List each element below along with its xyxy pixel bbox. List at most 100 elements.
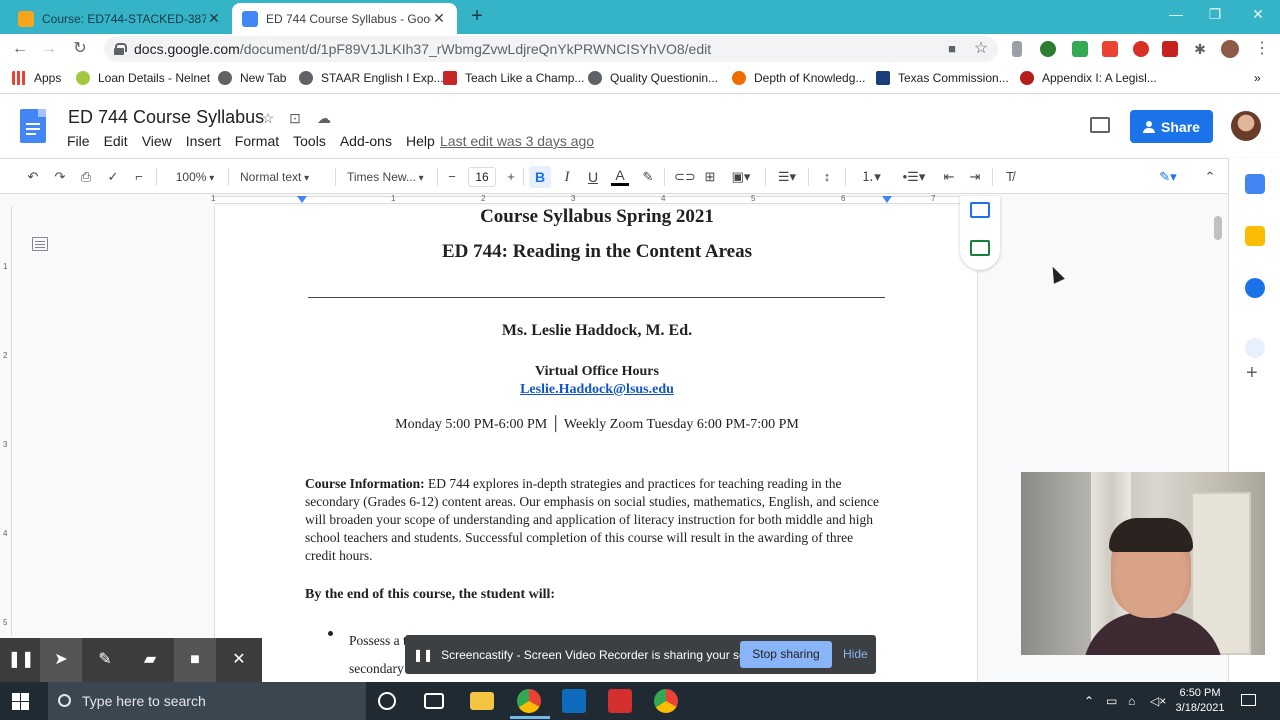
outlook-icon[interactable] <box>562 689 586 713</box>
font-size-input[interactable]: 16 <box>468 167 496 187</box>
text-color-button[interactable]: A <box>611 168 629 186</box>
cortana-icon[interactable] <box>378 692 396 710</box>
more-menu-icon[interactable]: ⋮ <box>1252 39 1272 59</box>
stop-sharing-button[interactable]: Stop sharing <box>740 641 832 668</box>
voice-mic-icon[interactable] <box>1245 338 1265 358</box>
numbered-list-icon[interactable]: ⒈▾ <box>855 168 887 186</box>
star-icon[interactable]: ☆ <box>259 110 277 127</box>
collapse-menu-icon[interactable]: ⌃ <box>1201 168 1219 186</box>
menu-file[interactable]: File <box>67 133 90 149</box>
menu-addons[interactable]: Add-ons <box>340 133 392 149</box>
bookmark-appendix[interactable]: Appendix I: A Legisl... <box>1020 71 1157 85</box>
document-page[interactable]: Course Syllabus Spring 2021 ED 744: Read… <box>214 206 978 682</box>
bookmark-nelnet[interactable]: Loan Details - Nelnet <box>76 71 210 85</box>
comment-history-icon[interactable] <box>1090 117 1110 133</box>
adobe-extension-icon[interactable] <box>1162 41 1178 57</box>
volume-icon[interactable]: ◁× <box>1150 694 1166 708</box>
bookmark-new-tab[interactable]: New Tab <box>218 71 286 85</box>
file-explorer-icon[interactable] <box>470 692 494 710</box>
bookmark-apps[interactable]: Apps <box>12 71 61 85</box>
bookmark-depth-of-knowledge[interactable]: Depth of Knowledg... <box>732 71 865 85</box>
pause-icon[interactable]: ❚❚ <box>0 638 42 682</box>
document-outline-icon[interactable] <box>32 237 48 251</box>
shield-extension-icon[interactable] <box>1072 41 1088 57</box>
bookmarks-overflow-icon[interactable]: » <box>1254 71 1261 85</box>
menu-edit[interactable]: Edit <box>104 133 128 149</box>
share-button[interactable]: Share <box>1130 110 1213 143</box>
menu-insert[interactable]: Insert <box>186 133 221 149</box>
tasks-icon[interactable] <box>1245 278 1265 298</box>
camera-icon[interactable]: ■ <box>942 39 962 59</box>
suggest-edits-icon[interactable] <box>970 240 990 256</box>
highlighter-icon[interactable]: ▰ <box>129 638 171 682</box>
underline-button[interactable]: U <box>584 168 602 186</box>
menu-view[interactable]: View <box>142 133 172 149</box>
move-folder-icon[interactable]: ⊡ <box>286 110 304 127</box>
bookmark-quality-questioning[interactable]: Quality Questionin... <box>588 71 718 85</box>
add-comment-icon[interactable] <box>970 202 990 218</box>
menu-tools[interactable]: Tools <box>293 133 326 149</box>
document-title[interactable]: ED 744 Course Syllabus <box>68 107 264 128</box>
pointer-icon[interactable]: ➤ <box>40 638 82 682</box>
task-view-icon[interactable] <box>424 693 444 709</box>
bulleted-list-icon[interactable]: •☰▾ <box>898 168 930 186</box>
profile-avatar[interactable] <box>1221 40 1239 58</box>
new-tab-plus-icon[interactable]: + <box>466 6 488 28</box>
insert-image-icon[interactable]: ▣▾ <box>728 168 754 186</box>
windows-start-icon[interactable] <box>12 693 29 710</box>
italic-button[interactable]: I <box>558 168 576 186</box>
screencastify-extension-icon[interactable] <box>1102 41 1118 57</box>
taskbar-search-box[interactable]: Type here to search <box>48 682 366 720</box>
bookmark-staar[interactable]: STAAR English I Exp... <box>299 71 444 85</box>
cloud-saved-icon[interactable]: ☁ <box>315 110 333 127</box>
reload-icon[interactable]: ↻ <box>70 39 90 59</box>
user-avatar[interactable] <box>1231 111 1261 141</box>
line-spacing-icon[interactable]: ↕ <box>818 168 836 186</box>
instructor-email-link[interactable]: Leslie.Haddock@lsus.edu <box>215 382 979 398</box>
align-icon[interactable]: ☰▾ <box>774 168 800 186</box>
email-text[interactable]: Leslie.Haddock@lsus.edu <box>520 382 674 397</box>
decrease-font-size-icon[interactable]: − <box>444 168 460 186</box>
font-dropdown[interactable]: Times New... <box>347 168 433 186</box>
extension-icon[interactable] <box>1012 41 1022 57</box>
last-edit-link[interactable]: Last edit was 3 days ago <box>440 133 594 149</box>
left-indent-marker[interactable] <box>297 196 307 203</box>
menu-help[interactable]: Help <box>406 133 435 149</box>
style-dropdown[interactable]: Normal text <box>240 168 326 186</box>
right-indent-marker[interactable] <box>882 196 892 203</box>
pen-icon[interactable]: ✎ <box>84 638 126 682</box>
highlight-icon[interactable]: ✎ <box>639 168 657 186</box>
bookmark-texas-commission[interactable]: Texas Commission... <box>876 71 1009 85</box>
beta-extension-icon[interactable] <box>1040 41 1056 57</box>
address-bar[interactable]: docs.google.com/document/d/1pF89V1JLKIh3… <box>104 36 998 62</box>
menu-format[interactable]: Format <box>235 133 279 149</box>
forward-arrow-icon[interactable]: → <box>39 39 59 59</box>
battery-icon[interactable]: ▭ <box>1106 694 1117 708</box>
close-toolbar-icon[interactable]: ✕ <box>218 638 260 682</box>
bookmark-teach-like-champ[interactable]: Teach Like a Champ... <box>443 71 584 85</box>
bold-button[interactable]: B <box>529 166 551 188</box>
google-docs-logo-icon[interactable] <box>20 109 46 143</box>
redo-icon[interactable]: ↷ <box>51 168 69 186</box>
decrease-indent-icon[interactable]: ⇤ <box>940 168 958 186</box>
increase-indent-icon[interactable]: ⇥ <box>966 168 984 186</box>
restore-icon[interactable]: ❐ <box>1203 6 1227 23</box>
add-comment-icon[interactable]: ⊞ <box>701 168 719 186</box>
close-tab-icon[interactable]: ✕ <box>431 10 447 27</box>
print-icon[interactable]: ⎙ <box>77 168 95 186</box>
system-clock[interactable]: 6:50 PM 3/18/2021 <box>1170 686 1230 716</box>
notification-center-icon[interactable] <box>1241 694 1256 706</box>
chrome-profile-icon[interactable] <box>654 689 678 713</box>
webcam-toggle-icon[interactable]: ■ <box>174 638 216 682</box>
editing-mode-pencil-icon[interactable]: ✎▾ <box>1150 168 1186 186</box>
close-tab-icon[interactable]: ✕ <box>206 10 222 27</box>
off-extension-icon[interactable] <box>1133 41 1149 57</box>
increase-font-size-icon[interactable]: + <box>503 168 519 186</box>
close-window-icon[interactable]: ✕ <box>1246 6 1270 23</box>
tray-overflow-icon[interactable]: ⌃ <box>1084 694 1094 708</box>
zoom-dropdown[interactable]: 100% <box>170 168 220 186</box>
paint-format-icon[interactable]: ⌐ <box>130 168 148 186</box>
back-arrow-icon[interactable]: ← <box>10 39 30 59</box>
network-icon[interactable]: ⌂ <box>1128 694 1135 708</box>
keep-icon[interactable] <box>1245 226 1265 246</box>
